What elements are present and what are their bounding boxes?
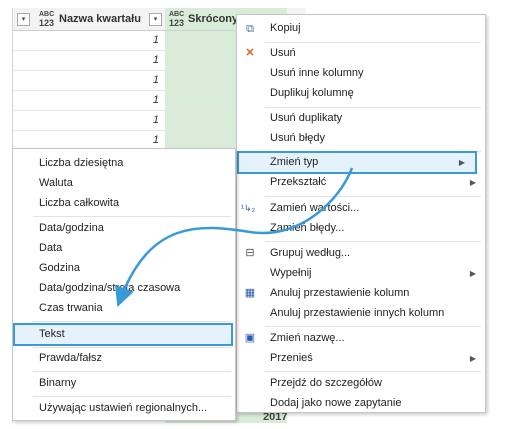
annotation-arrow xyxy=(115,167,354,308)
arrow-path xyxy=(115,167,354,308)
